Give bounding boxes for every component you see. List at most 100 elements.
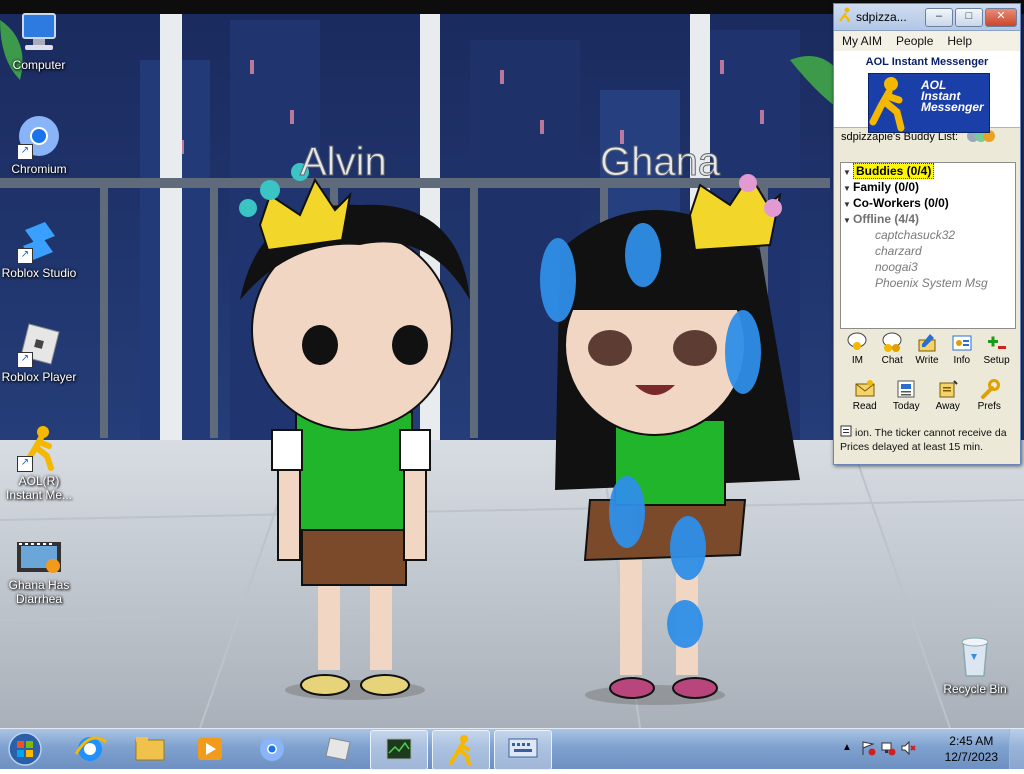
ticker-icon — [840, 425, 852, 440]
show-hidden-icons-arrow-icon[interactable]: ▲ — [842, 742, 852, 753]
computer-icon — [15, 8, 63, 56]
keyboard-icon — [508, 738, 538, 758]
shortcut-arrow-icon: ↗ — [17, 352, 33, 368]
desktop-icon-roblox-studio[interactable]: ↗ Roblox Studio — [0, 216, 78, 280]
taskbar: ▲ 2:45 AM 12/7/2023 — [0, 728, 1024, 770]
close-button[interactable]: ✕ — [985, 7, 1017, 27]
desktop-icon-label: Roblox Studio — [1, 266, 77, 280]
maximize-button[interactable]: □ — [955, 7, 983, 27]
im-button[interactable]: IM — [840, 332, 874, 366]
clock-date: 12/7/2023 — [944, 750, 998, 764]
taskbar-clock[interactable]: 2:45 AM 12/7/2023 — [945, 733, 998, 765]
roblox-studio-icon: ↗ — [15, 216, 63, 264]
volume-muted-icon[interactable] — [900, 740, 916, 761]
desktop: Alvin Ghana Computer ↗ Chromium ↗ Roblox… — [0, 0, 1024, 728]
desktop-icon-aol-instant-messenger[interactable]: ↗ AOL(R) Instant Me... — [0, 424, 78, 502]
network-icon[interactable] — [880, 740, 896, 761]
desktop-icon-recycle-bin[interactable]: Recycle Bin — [936, 632, 1014, 696]
away-button[interactable]: Away — [931, 378, 965, 412]
group-label: Offline (4/4) — [853, 212, 920, 226]
taskbar-roblox[interactable] — [310, 730, 366, 768]
aim-toolbar-primary: IM Chat Write Info Setup — [840, 332, 1014, 366]
im-label: IM — [851, 355, 863, 366]
buddy-item[interactable]: charzard — [841, 243, 1015, 259]
taskbar-file-explorer[interactable] — [122, 730, 178, 768]
info-button[interactable]: Info — [945, 332, 979, 366]
group-co-workers[interactable]: ▼ Co-Workers (0/0) — [841, 195, 1015, 211]
menu-my-aim[interactable]: My AIM — [842, 34, 882, 48]
group-buddies[interactable]: ▼ Buddies (0/4) — [841, 163, 1015, 179]
group-label: Co-Workers (0/0) — [853, 196, 949, 210]
aim-menu-bar: My AIM People Help — [834, 31, 1020, 51]
taskbar-chromium[interactable] — [244, 730, 300, 768]
desktop-icon-video-file[interactable]: Ghana Has Diarrhea — [0, 538, 78, 606]
desktop-icon-label: Roblox Player — [1, 370, 77, 384]
group-family[interactable]: ▼ Family (0/0) — [841, 179, 1015, 195]
menu-help[interactable]: Help — [947, 34, 972, 48]
shortcut-arrow-icon: ↗ — [17, 456, 33, 472]
info-label: Info — [953, 355, 971, 366]
desktop-icon-label: Chromium — [11, 162, 67, 176]
taskbar-on-screen-keyboard[interactable] — [494, 730, 552, 770]
chat-label: Chat — [881, 355, 903, 366]
today-label: Today — [892, 401, 920, 412]
buddy-list-tree[interactable]: ▼ Buddies (0/4) ▼ Family (0/0) ▼ Co-Workers… — [840, 162, 1016, 329]
setup-button[interactable]: Setup — [980, 332, 1014, 366]
prefs-label: Prefs — [977, 401, 1001, 412]
buddy-item[interactable]: Phoenix System Msg — [841, 275, 1015, 291]
minimize-button[interactable]: – — [925, 7, 953, 27]
desktop-icon-label: AOL(R) Instant Me... — [5, 474, 73, 502]
aim-running-man-icon — [837, 7, 853, 28]
aim-buddy-list-window: sdpizza... – □ ✕ My AIM People Help AOL … — [833, 3, 1021, 465]
task-manager-icon — [386, 738, 412, 760]
stock-ticker[interactable]: ion. The ticker cannot receive da Prices… — [840, 424, 1016, 458]
aim-window-title: sdpizza... — [856, 10, 907, 24]
aim-titlebar[interactable]: sdpizza... – □ ✕ — [834, 4, 1020, 31]
wallpaper-name-ghana: Ghana — [600, 140, 721, 184]
taskbar-aim[interactable] — [432, 730, 490, 770]
action-center-flag-icon[interactable] — [860, 740, 876, 761]
buddy-item[interactable]: noogai3 — [841, 259, 1015, 275]
taskbar-media-player[interactable] — [182, 730, 238, 768]
show-desktop-button[interactable] — [1009, 729, 1024, 769]
shortcut-arrow-icon: ↗ — [17, 248, 33, 264]
menu-people[interactable]: People — [896, 34, 933, 48]
chromium-icon — [260, 737, 284, 761]
add-remove-icon — [986, 332, 1008, 354]
taskbar-task-manager[interactable] — [370, 730, 428, 770]
today-button[interactable]: Today — [889, 378, 923, 412]
chat-button[interactable]: Chat — [875, 332, 909, 366]
mail-icon — [854, 378, 876, 400]
desktop-icon-label: Recycle Bin — [943, 682, 1007, 696]
desktop-icon-chromium[interactable]: ↗ Chromium — [0, 112, 78, 176]
ticker-line-2: Prices delayed at least 15 min. — [840, 441, 983, 453]
news-icon — [895, 378, 917, 400]
group-offline[interactable]: ▼ Offline (4/4) — [841, 211, 1015, 227]
write-icon — [916, 332, 938, 354]
aim-logo-line3: Messenger — [921, 100, 984, 114]
taskbar-internet-explorer[interactable] — [62, 730, 118, 768]
write-button[interactable]: Write — [910, 332, 944, 366]
clock-time: 2:45 AM — [949, 734, 994, 748]
desktop-icon-roblox-player[interactable]: ↗ Roblox Player — [0, 320, 78, 384]
media-player-icon — [198, 738, 222, 760]
away-note-icon — [937, 378, 959, 400]
folder-icon — [135, 737, 165, 761]
wrench-icon — [978, 378, 1001, 400]
write-label: Write — [915, 355, 939, 366]
buddy-item[interactable]: captchasuck32 — [841, 227, 1015, 243]
roblox-icon — [325, 737, 351, 761]
video-file-icon — [15, 538, 63, 576]
system-tray: ▲ 2:45 AM 12/7/2023 — [834, 729, 1024, 769]
read-button[interactable]: Read — [848, 378, 882, 412]
chromium-icon: ↗ — [15, 112, 63, 160]
away-label: Away — [935, 401, 960, 412]
desktop-icon-computer[interactable]: Computer — [0, 8, 78, 72]
aim-running-man-icon: ↗ — [15, 424, 63, 472]
desktop-icon-label: Computer — [12, 58, 66, 72]
shortcut-arrow-icon: ↗ — [17, 144, 33, 160]
start-button[interactable] — [6, 731, 44, 767]
chat-icon — [881, 332, 903, 354]
group-label: Buddies (0/4) — [853, 163, 935, 179]
prefs-button[interactable]: Prefs — [972, 378, 1006, 412]
